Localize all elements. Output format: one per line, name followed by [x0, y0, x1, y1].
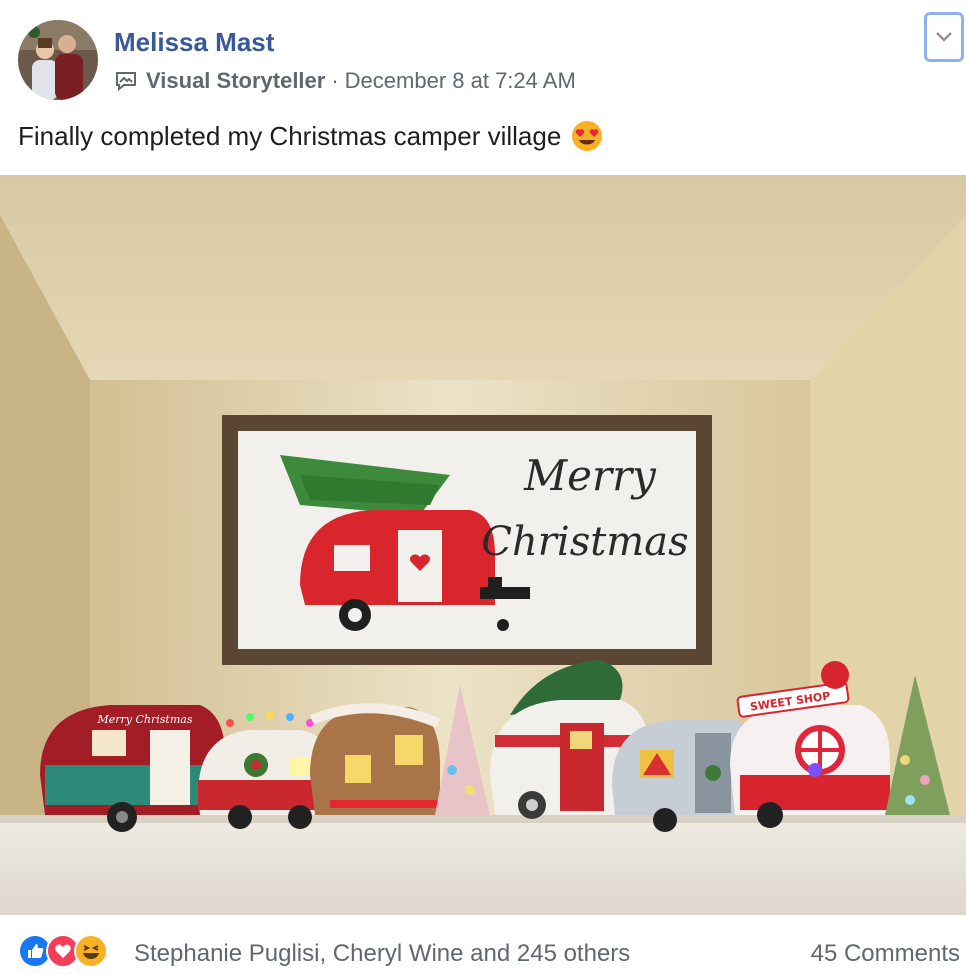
post-options-button[interactable] — [924, 12, 964, 62]
comments-link[interactable]: 45 Comments — [811, 940, 960, 968]
author-avatar[interactable] — [18, 20, 98, 100]
post-text: Finally completed my Christmas camper vi… — [18, 120, 603, 152]
sign-text-christmas: Christmas — [481, 519, 688, 565]
merry-christmas-sign: Merry Christmas — [222, 415, 712, 665]
post-photo[interactable]: Merry Christmas Merry Christmas SWEET SH… — [0, 175, 966, 915]
camper-label-merry-christmas: Merry Christmas — [97, 713, 193, 726]
meta-separator: · — [331, 68, 339, 93]
author-name[interactable]: Melissa Mast — [114, 27, 274, 58]
reactors-text[interactable]: Stephanie Puglisi, Cheryl Wine and 245 o… — [134, 940, 630, 968]
camper-gingerbread — [310, 703, 440, 815]
post-header: Melissa Mast Visual Storyteller · Decemb… — [0, 0, 966, 175]
visual-storyteller-icon — [116, 72, 136, 92]
sign-text-merry: Merry — [523, 451, 657, 500]
post-message: Finally completed my Christmas camper vi… — [18, 120, 562, 151]
post-timestamp[interactable]: December 8 at 7:24 AM — [345, 68, 576, 94]
camper-merry-christmas: Merry Christmas — [40, 705, 225, 832]
heart-eyes-emoji-icon — [572, 121, 603, 151]
visual-storyteller-badge[interactable]: Visual Storyteller — [146, 68, 325, 94]
haha-icon — [74, 934, 108, 968]
post-meta: Visual Storyteller · December 8 at 7:24 … — [114, 68, 576, 94]
reaction-icons[interactable] — [18, 934, 108, 968]
chevron-down-icon — [936, 32, 952, 42]
